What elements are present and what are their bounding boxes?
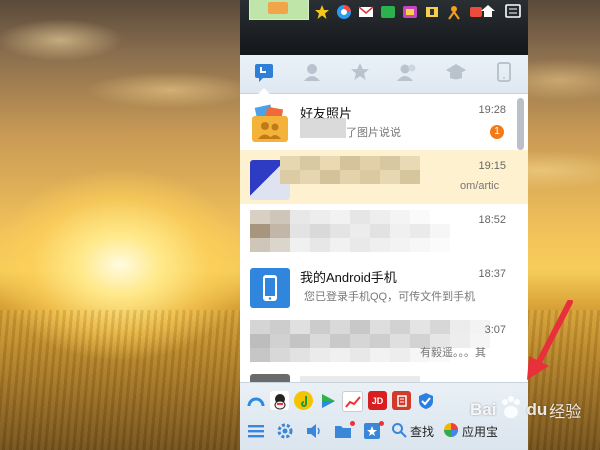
main-tab-bar (240, 55, 528, 94)
app-icon[interactable] (444, 3, 463, 21)
conversation-time: 3:07 (484, 324, 506, 336)
game-icon[interactable] (400, 3, 419, 21)
stock-chart-icon[interactable] (342, 391, 363, 412)
security-shield-icon[interactable] (416, 391, 435, 410)
find-button[interactable]: 查找 (391, 422, 434, 441)
window-controls (478, 2, 522, 20)
conversation-list: 好友照片 了图片说说 19:28 1 om/artic 19:15 18:52 (240, 94, 528, 382)
conversation-preview: 了图片说说 (346, 127, 401, 139)
tab-discussions[interactable] (432, 55, 480, 93)
watermark-brand-suffix: du (526, 400, 548, 419)
phone-avatar (250, 268, 290, 308)
skin-thumbnail[interactable] (249, 0, 309, 20)
jd-shop-icon[interactable]: JD (368, 391, 387, 410)
contacts-icon (301, 61, 323, 88)
tab-sessions[interactable] (240, 55, 288, 94)
conversation-time: 18:37 (478, 268, 506, 280)
redacted-block (300, 118, 346, 138)
conversation-preview: 您已登录手机QQ，可传文件到手机 (304, 291, 476, 303)
file-folder-icon[interactable] (333, 421, 355, 441)
conversation-preview: om/artic (460, 180, 500, 192)
watermark-suffix: 经验 (549, 404, 582, 421)
conversation-item-friend-photos[interactable]: 好友照片 了图片说说 19:28 1 (240, 94, 528, 151)
tab-favorites[interactable] (336, 55, 384, 93)
app-center-icon (443, 422, 459, 441)
music-icon[interactable] (422, 3, 441, 21)
conversation-time: 18:52 (478, 214, 506, 226)
home-icon[interactable] (478, 2, 497, 20)
tab-groups[interactable] (384, 55, 432, 93)
baidu-watermark: Bai du 经验 (470, 392, 600, 428)
conversation-item-6[interactable] (240, 368, 528, 382)
session-icon (253, 61, 275, 88)
watermark-brand: Bai (470, 400, 497, 419)
find-label: 查找 (410, 424, 435, 439)
annotation-arrow (527, 300, 573, 380)
conversation-name: 我的Android手机 (300, 270, 397, 285)
conversation-time: 19:28 (478, 104, 506, 116)
redacted-mosaic (280, 156, 420, 184)
tab-phone[interactable] (480, 55, 528, 93)
shopping-icon[interactable] (392, 391, 411, 410)
conversation-time: 19:15 (478, 160, 506, 172)
favorites-icon (349, 61, 371, 88)
unread-badge: 1 (490, 125, 504, 139)
conversation-item-5[interactable]: 有毅遥。。。其 3:07 (240, 314, 528, 369)
settings-gear-icon[interactable] (275, 421, 295, 441)
bottom-tools: 查找 应用宝 (246, 419, 498, 443)
group-icon (396, 61, 420, 88)
video-play-icon[interactable] (318, 391, 337, 410)
manager-icon[interactable] (503, 2, 522, 20)
main-menu-icon[interactable] (246, 421, 266, 441)
search-icon (391, 422, 407, 441)
mail-icon[interactable] (356, 3, 375, 21)
contact-avatar (250, 374, 290, 382)
plugin-toolbar (312, 2, 485, 22)
star-icon[interactable] (312, 3, 331, 21)
qq-music-icon[interactable] (294, 391, 313, 410)
tab-contacts[interactable] (288, 55, 336, 93)
wallet-icon[interactable] (378, 3, 397, 21)
conversation-item-2[interactable]: om/artic 19:15 (240, 150, 528, 205)
list-scrollbar[interactable] (517, 98, 524, 150)
conversation-item-3[interactable]: 18:52 (240, 204, 528, 259)
favorites-box-icon[interactable] (362, 421, 384, 441)
volume-icon[interactable] (304, 421, 324, 441)
browser-icon[interactable] (334, 3, 353, 21)
conversation-item-my-android-phone[interactable]: 我的Android手机 您已登录手机QQ，可传文件到手机 18:37 (240, 258, 528, 315)
panel-header (240, 0, 528, 55)
phone-icon (493, 61, 515, 88)
conversation-preview: 有毅遥。。。其 (420, 347, 486, 359)
browser-shortcut-icon[interactable] (246, 391, 265, 410)
qq-game-icon[interactable] (270, 391, 289, 410)
photo-album-avatar (250, 104, 290, 144)
app-shortcuts: JD (246, 391, 435, 412)
discussion-icon (445, 61, 467, 88)
baidu-paw-icon (498, 395, 524, 426)
qq-main-panel: 好友照片 了图片说说 19:28 1 om/artic 19:15 18:52 (240, 0, 528, 450)
redacted-mosaic (250, 210, 450, 252)
